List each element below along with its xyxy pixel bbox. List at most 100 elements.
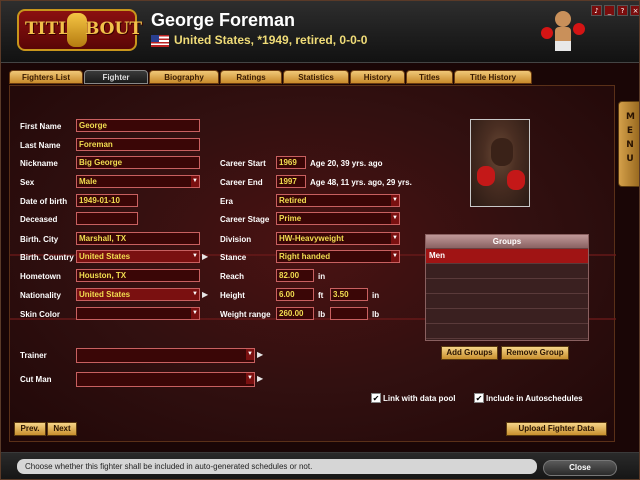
dropdown-arrow-icon[interactable]: ▼ bbox=[391, 251, 399, 262]
group-row[interactable] bbox=[426, 294, 588, 309]
height-ft-field[interactable]: 6.00 bbox=[276, 288, 314, 301]
music-toggle-icon[interactable]: ♪ bbox=[591, 5, 602, 16]
career-stage-value: Prime bbox=[279, 214, 302, 223]
group-row[interactable]: Men bbox=[426, 249, 588, 264]
dob-field[interactable]: 1949-01-10 bbox=[76, 194, 138, 207]
division-value: HW-Heavyweight bbox=[279, 234, 344, 243]
career-stage-select[interactable]: Prime ▼ bbox=[276, 212, 400, 225]
close-button[interactable]: Close bbox=[543, 460, 617, 476]
tab-history[interactable]: History bbox=[350, 70, 405, 84]
career-end-field[interactable]: 1997 bbox=[276, 175, 306, 188]
group-row[interactable] bbox=[426, 309, 588, 324]
group-row[interactable] bbox=[426, 264, 588, 279]
deceased-label: Deceased bbox=[20, 215, 58, 224]
dropdown-arrow-icon[interactable]: ▼ bbox=[391, 233, 399, 244]
weight-min-field[interactable]: 260.00 bbox=[276, 307, 314, 320]
career-start-label: Career Start bbox=[220, 159, 266, 168]
birth-country-select[interactable]: United States ▼ bbox=[76, 250, 200, 263]
height-ft-unit: ft bbox=[318, 291, 324, 300]
dropdown-arrow-icon[interactable]: ▼ bbox=[246, 373, 254, 384]
go-arrow-icon[interactable]: ▶ bbox=[202, 251, 208, 263]
nickname-field[interactable]: Big George bbox=[76, 156, 200, 169]
weight-max-field[interactable] bbox=[330, 307, 368, 320]
minimize-icon[interactable]: _ bbox=[604, 5, 615, 16]
link-data-pool-checkbox[interactable]: ✔ bbox=[371, 393, 381, 403]
go-arrow-icon[interactable]: ▶ bbox=[257, 349, 263, 361]
deceased-field[interactable] bbox=[76, 212, 138, 225]
birth-country-value: United States bbox=[79, 252, 131, 261]
go-arrow-icon[interactable]: ▶ bbox=[202, 289, 208, 301]
status-bar: Choose whether this fighter shall be inc… bbox=[1, 452, 639, 479]
menu-label: MENU bbox=[626, 112, 635, 164]
tab-ratings[interactable]: Ratings bbox=[220, 70, 282, 84]
career-end-label: Career End bbox=[220, 178, 263, 187]
division-select[interactable]: HW-Heavyweight ▼ bbox=[276, 232, 400, 245]
tab-fighters-list[interactable]: Fighters List bbox=[9, 70, 83, 84]
dropdown-arrow-icon[interactable]: ▼ bbox=[391, 213, 399, 224]
dropdown-arrow-icon[interactable]: ▼ bbox=[191, 176, 199, 187]
skin-color-label: Skin Color bbox=[20, 310, 61, 319]
last-name-label: Last Name bbox=[20, 141, 61, 150]
upload-fighter-data-button[interactable]: Upload Fighter Data bbox=[506, 422, 607, 436]
fighter-name-title: George Foreman bbox=[151, 10, 296, 30]
height-label: Height bbox=[220, 291, 245, 300]
career-start-field[interactable]: 1969 bbox=[276, 156, 306, 169]
career-stage-label: Career Stage bbox=[220, 215, 270, 224]
era-value: Retired bbox=[279, 196, 307, 205]
tab-titles[interactable]: Titles bbox=[406, 70, 453, 84]
next-button[interactable]: Next bbox=[47, 422, 77, 436]
autoschedule-checkbox[interactable]: ✔ bbox=[474, 393, 484, 403]
height-in-unit: in bbox=[372, 291, 380, 300]
remove-group-button[interactable]: Remove Group bbox=[501, 346, 569, 360]
header-bar: TITLE BOUT George Foreman United States,… bbox=[1, 1, 639, 63]
nationality-select[interactable]: United States ▼ bbox=[76, 288, 200, 301]
dropdown-arrow-icon[interactable]: ▼ bbox=[246, 349, 254, 360]
boxer-mascot-icon bbox=[541, 11, 585, 51]
era-select[interactable]: Retired ▼ bbox=[276, 194, 400, 207]
fighter-photo bbox=[470, 119, 530, 207]
status-message: Choose whether this fighter shall be inc… bbox=[17, 459, 537, 474]
first-name-field[interactable]: George bbox=[76, 119, 200, 132]
help-icon[interactable]: ? bbox=[617, 5, 628, 16]
trainer-label: Trainer bbox=[20, 351, 47, 360]
prev-button[interactable]: Prev. bbox=[14, 422, 46, 436]
dropdown-arrow-icon[interactable]: ▼ bbox=[191, 251, 199, 262]
hometown-label: Hometown bbox=[20, 272, 61, 281]
division-label: Division bbox=[220, 235, 252, 244]
tab-title-history[interactable]: Title History bbox=[454, 70, 532, 84]
tab-fighter[interactable]: Fighter bbox=[84, 70, 148, 84]
tab-statistics[interactable]: Statistics bbox=[283, 70, 349, 84]
height-in-field[interactable]: 3.50 bbox=[330, 288, 368, 301]
stance-select[interactable]: Right handed ▼ bbox=[276, 250, 400, 263]
era-label: Era bbox=[220, 197, 233, 206]
group-row[interactable] bbox=[426, 279, 588, 294]
birth-city-field[interactable]: Marshall, TX bbox=[76, 232, 200, 245]
app-window: TITLE BOUT George Foreman United States,… bbox=[0, 0, 640, 480]
group-row[interactable] bbox=[426, 324, 588, 339]
dropdown-arrow-icon[interactable]: ▼ bbox=[391, 195, 399, 206]
sex-select[interactable]: Male ▼ bbox=[76, 175, 200, 188]
weight-min-unit: lb bbox=[318, 310, 326, 319]
hometown-field[interactable]: Houston, TX bbox=[76, 269, 200, 282]
sex-value: Male bbox=[79, 177, 97, 186]
last-name-field[interactable]: Foreman bbox=[76, 138, 200, 151]
reach-field[interactable]: 82.00 bbox=[276, 269, 314, 282]
side-menu-button[interactable]: MENU bbox=[618, 101, 639, 187]
dropdown-arrow-icon[interactable]: ▼ bbox=[191, 289, 199, 300]
cut-man-select[interactable]: ▼ bbox=[76, 372, 255, 387]
link-data-pool-label: Link with data pool bbox=[383, 394, 456, 403]
tab-biography[interactable]: Biography bbox=[149, 70, 219, 84]
birth-city-label: Birth. City bbox=[20, 235, 59, 244]
dob-label: Date of birth bbox=[20, 197, 68, 206]
reach-unit: in bbox=[318, 272, 326, 281]
go-arrow-icon[interactable]: ▶ bbox=[257, 373, 263, 385]
add-groups-button[interactable]: Add Groups bbox=[441, 346, 498, 360]
nickname-label: Nickname bbox=[20, 159, 58, 168]
close-window-icon[interactable]: × bbox=[630, 5, 639, 16]
dropdown-arrow-icon[interactable]: ▼ bbox=[191, 308, 199, 319]
tab-bar: Fighters List Fighter Biography Ratings … bbox=[9, 70, 533, 85]
career-start-note: Age 20, 39 yrs. ago bbox=[310, 159, 383, 168]
skin-color-select[interactable]: ▼ bbox=[76, 307, 200, 320]
trainer-select[interactable]: ▼ bbox=[76, 348, 255, 363]
logo-text-right: BOUT bbox=[85, 19, 142, 39]
